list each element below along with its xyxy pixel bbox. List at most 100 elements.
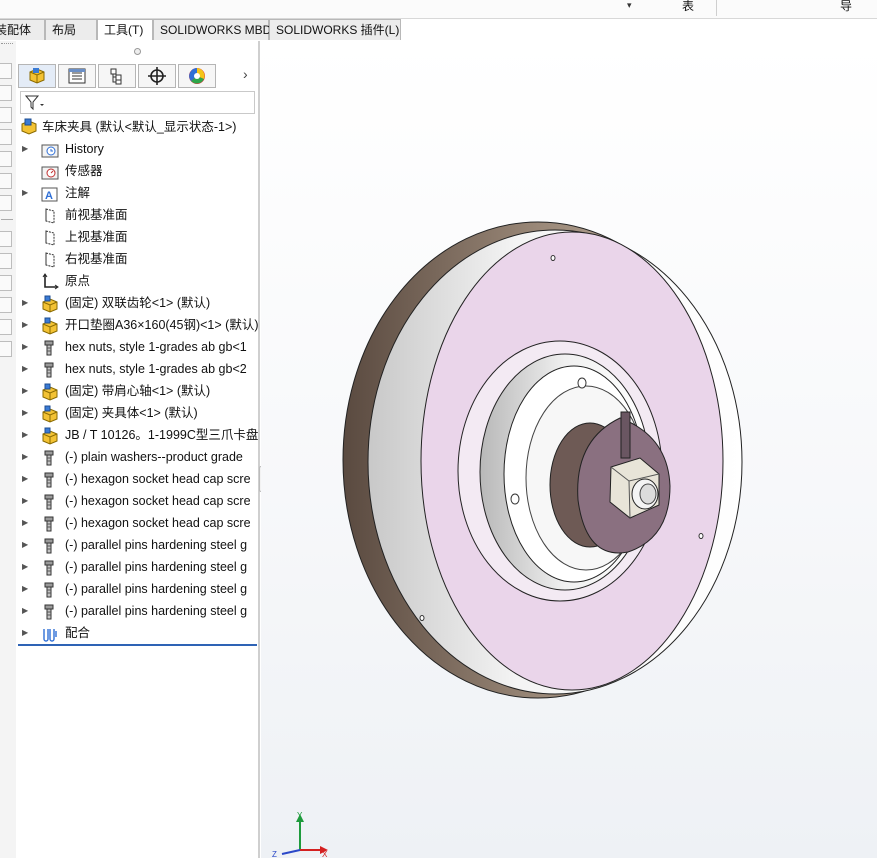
graphics-area[interactable] (261, 41, 877, 858)
tabs-overflow-chevron-icon[interactable]: › (243, 66, 248, 82)
tree-item[interactable]: ▶ (-) parallel pins hardening steel g (22, 579, 258, 599)
tree-item[interactable]: ▶ History (22, 139, 258, 159)
expand-arrow-icon[interactable]: ▶ (22, 491, 32, 511)
tree-item[interactable]: ▶ (-) hexagon socket head cap scre (22, 513, 258, 533)
tree-item[interactable]: ▶ hex nuts, style 1-grades ab gb<1 (22, 337, 258, 357)
expand-arrow-icon[interactable]: ▶ (22, 579, 32, 599)
panel-collapse-dot[interactable] (134, 48, 141, 55)
expand-arrow-icon[interactable]: ▶ (22, 183, 32, 203)
rail-tool-icon[interactable] (0, 107, 12, 123)
task-pane-rail (0, 41, 16, 858)
propertymanager-icon[interactable] (58, 64, 96, 88)
funnel-icon[interactable] (25, 95, 45, 111)
tab-layout[interactable]: 布局 (45, 19, 97, 40)
tree-item[interactable]: 原点 (22, 271, 258, 291)
tree-item[interactable]: ▶ (-) parallel pins hardening steel g (22, 601, 258, 621)
tree-root[interactable]: 车床夹具 (默认<默认_显示状态-1>) (18, 117, 258, 137)
expand-arrow-icon[interactable]: ▶ (22, 601, 32, 621)
expand-arrow-icon[interactable]: ▶ (22, 447, 32, 467)
expand-arrow-icon[interactable]: ▶ (22, 403, 32, 423)
subassembly-icon (41, 383, 59, 401)
divider (716, 0, 717, 16)
rail-tool-icon[interactable] (0, 195, 12, 211)
tree-item[interactable]: 右视基准面 (22, 249, 258, 269)
expand-arrow-icon[interactable]: ▶ (22, 381, 32, 401)
sensor-folder-icon (41, 163, 59, 181)
z-axis-label: Z (272, 850, 277, 858)
rail-tool-icon[interactable] (0, 231, 12, 247)
tree-item-label: 开口垫圈A36×160(45钢)<1> (默认) (65, 318, 258, 332)
panel-splitter[interactable] (258, 41, 260, 858)
tree-item[interactable]: ▶ A 注解 (22, 183, 258, 203)
reference-triad: Y X Z (272, 811, 328, 858)
tree-item[interactable]: ▶ hex nuts, style 1-grades ab gb<2 (22, 359, 258, 379)
top-strip-label-1[interactable]: 表 (682, 0, 694, 14)
dimxpert-icon[interactable] (138, 64, 176, 88)
rail-divider (1, 219, 13, 220)
hub-hole (510, 493, 520, 505)
tree-item-label: (固定) 夹具体<1> (默认) (65, 406, 198, 420)
face-hole (419, 615, 425, 621)
tree-item[interactable]: 传感器 (22, 161, 258, 181)
dropdown-arrow-icon[interactable]: ▾ (627, 0, 632, 11)
lathe-fixture-model[interactable] (261, 41, 877, 858)
rail-tool-icon[interactable] (0, 319, 12, 335)
rail-tool-icon[interactable] (0, 297, 12, 313)
tree-item[interactable]: ▶ (-) plain washers--product grade (22, 447, 258, 467)
tab-solidworks-mbd[interactable]: SOLIDWORKS MBD (153, 19, 271, 40)
rail-tool-icon[interactable] (0, 253, 12, 269)
rail-tool-icon[interactable] (0, 173, 12, 189)
expand-arrow-icon[interactable]: ▶ (22, 535, 32, 555)
feature-manager-tabs (18, 64, 216, 89)
top-toolbar-strip: ▾ 表 导 (0, 0, 877, 19)
tree-item[interactable]: ▶ (-) hexagon socket head cap scre (22, 491, 258, 511)
tree-item[interactable]: ▶ 开口垫圈A36×160(45钢)<1> (默认) (22, 315, 258, 335)
tree-item-label: hex nuts, style 1-grades ab gb<1 (65, 340, 247, 354)
expand-arrow-icon[interactable]: ▶ (22, 513, 32, 533)
expand-arrow-icon[interactable]: ▶ (22, 469, 32, 489)
tree-item[interactable]: ▶ (-) hexagon socket head cap scre (22, 469, 258, 489)
expand-arrow-icon[interactable]: ▶ (22, 293, 32, 313)
rail-tool-icon[interactable] (0, 85, 12, 101)
tree-item[interactable]: 上视基准面 (22, 227, 258, 247)
expand-arrow-icon[interactable]: ▶ (22, 425, 32, 445)
hub-hole (577, 377, 587, 389)
rail-tool-icon[interactable] (0, 151, 12, 167)
tree-item[interactable]: ▶ (固定) 双联齿轮<1> (默认) (22, 293, 258, 313)
tree-item[interactable]: ▶ (-) parallel pins hardening steel g (22, 535, 258, 555)
expand-arrow-icon[interactable]: ▶ (22, 623, 32, 643)
tree-item[interactable]: ▶ (-) parallel pins hardening steel g (22, 557, 258, 577)
tree-item-label: (-) hexagon socket head cap scre (65, 494, 251, 508)
tree-item[interactable]: ▶ (固定) 夹具体<1> (默认) (22, 403, 258, 423)
expand-arrow-icon[interactable]: ▶ (22, 139, 32, 159)
tab-solidworks-addins[interactable]: SOLIDWORKS 插件(L) (269, 19, 401, 40)
display-manager-icon[interactable] (178, 64, 216, 88)
expand-arrow-icon[interactable]: ▶ (22, 337, 32, 357)
tab-assembly[interactable]: 装配体 (0, 19, 45, 40)
rollback-bar[interactable] (18, 644, 257, 646)
expand-arrow-icon[interactable]: ▶ (22, 359, 32, 379)
toolbox-part-icon (41, 361, 59, 379)
tree-item[interactable]: ▶ 配合 (22, 623, 258, 643)
tree-item-label: (-) hexagon socket head cap scre (65, 472, 251, 486)
featuremanager-tree-icon[interactable] (18, 64, 56, 88)
rail-tool-icon[interactable] (0, 341, 12, 357)
tab-tools[interactable]: 工具(T) (97, 19, 153, 40)
expand-arrow-icon[interactable]: ▶ (22, 557, 32, 577)
subassembly-icon (41, 295, 59, 313)
rail-tool-icon[interactable] (0, 129, 12, 145)
tree-item-label: 前视基准面 (65, 208, 128, 222)
configurationmanager-icon[interactable] (98, 64, 136, 88)
tree-item-label: 上视基准面 (65, 230, 128, 244)
rail-tool-icon[interactable] (0, 275, 12, 291)
toolbox-part-icon (41, 515, 59, 533)
svg-text:A: A (45, 190, 53, 202)
filter-box[interactable] (20, 91, 255, 114)
tree-item[interactable]: ▶ (固定) 带肩心轴<1> (默认) (22, 381, 258, 401)
tree-item-label: (-) parallel pins hardening steel g (65, 560, 248, 574)
tree-item[interactable]: 前视基准面 (22, 205, 258, 225)
top-strip-label-2[interactable]: 导 (840, 0, 852, 14)
rail-tool-icon[interactable] (0, 63, 12, 79)
expand-arrow-icon[interactable]: ▶ (22, 315, 32, 335)
tree-item[interactable]: ▶ JB / T 10126。1-1999C型三爪卡盘 (22, 425, 258, 445)
